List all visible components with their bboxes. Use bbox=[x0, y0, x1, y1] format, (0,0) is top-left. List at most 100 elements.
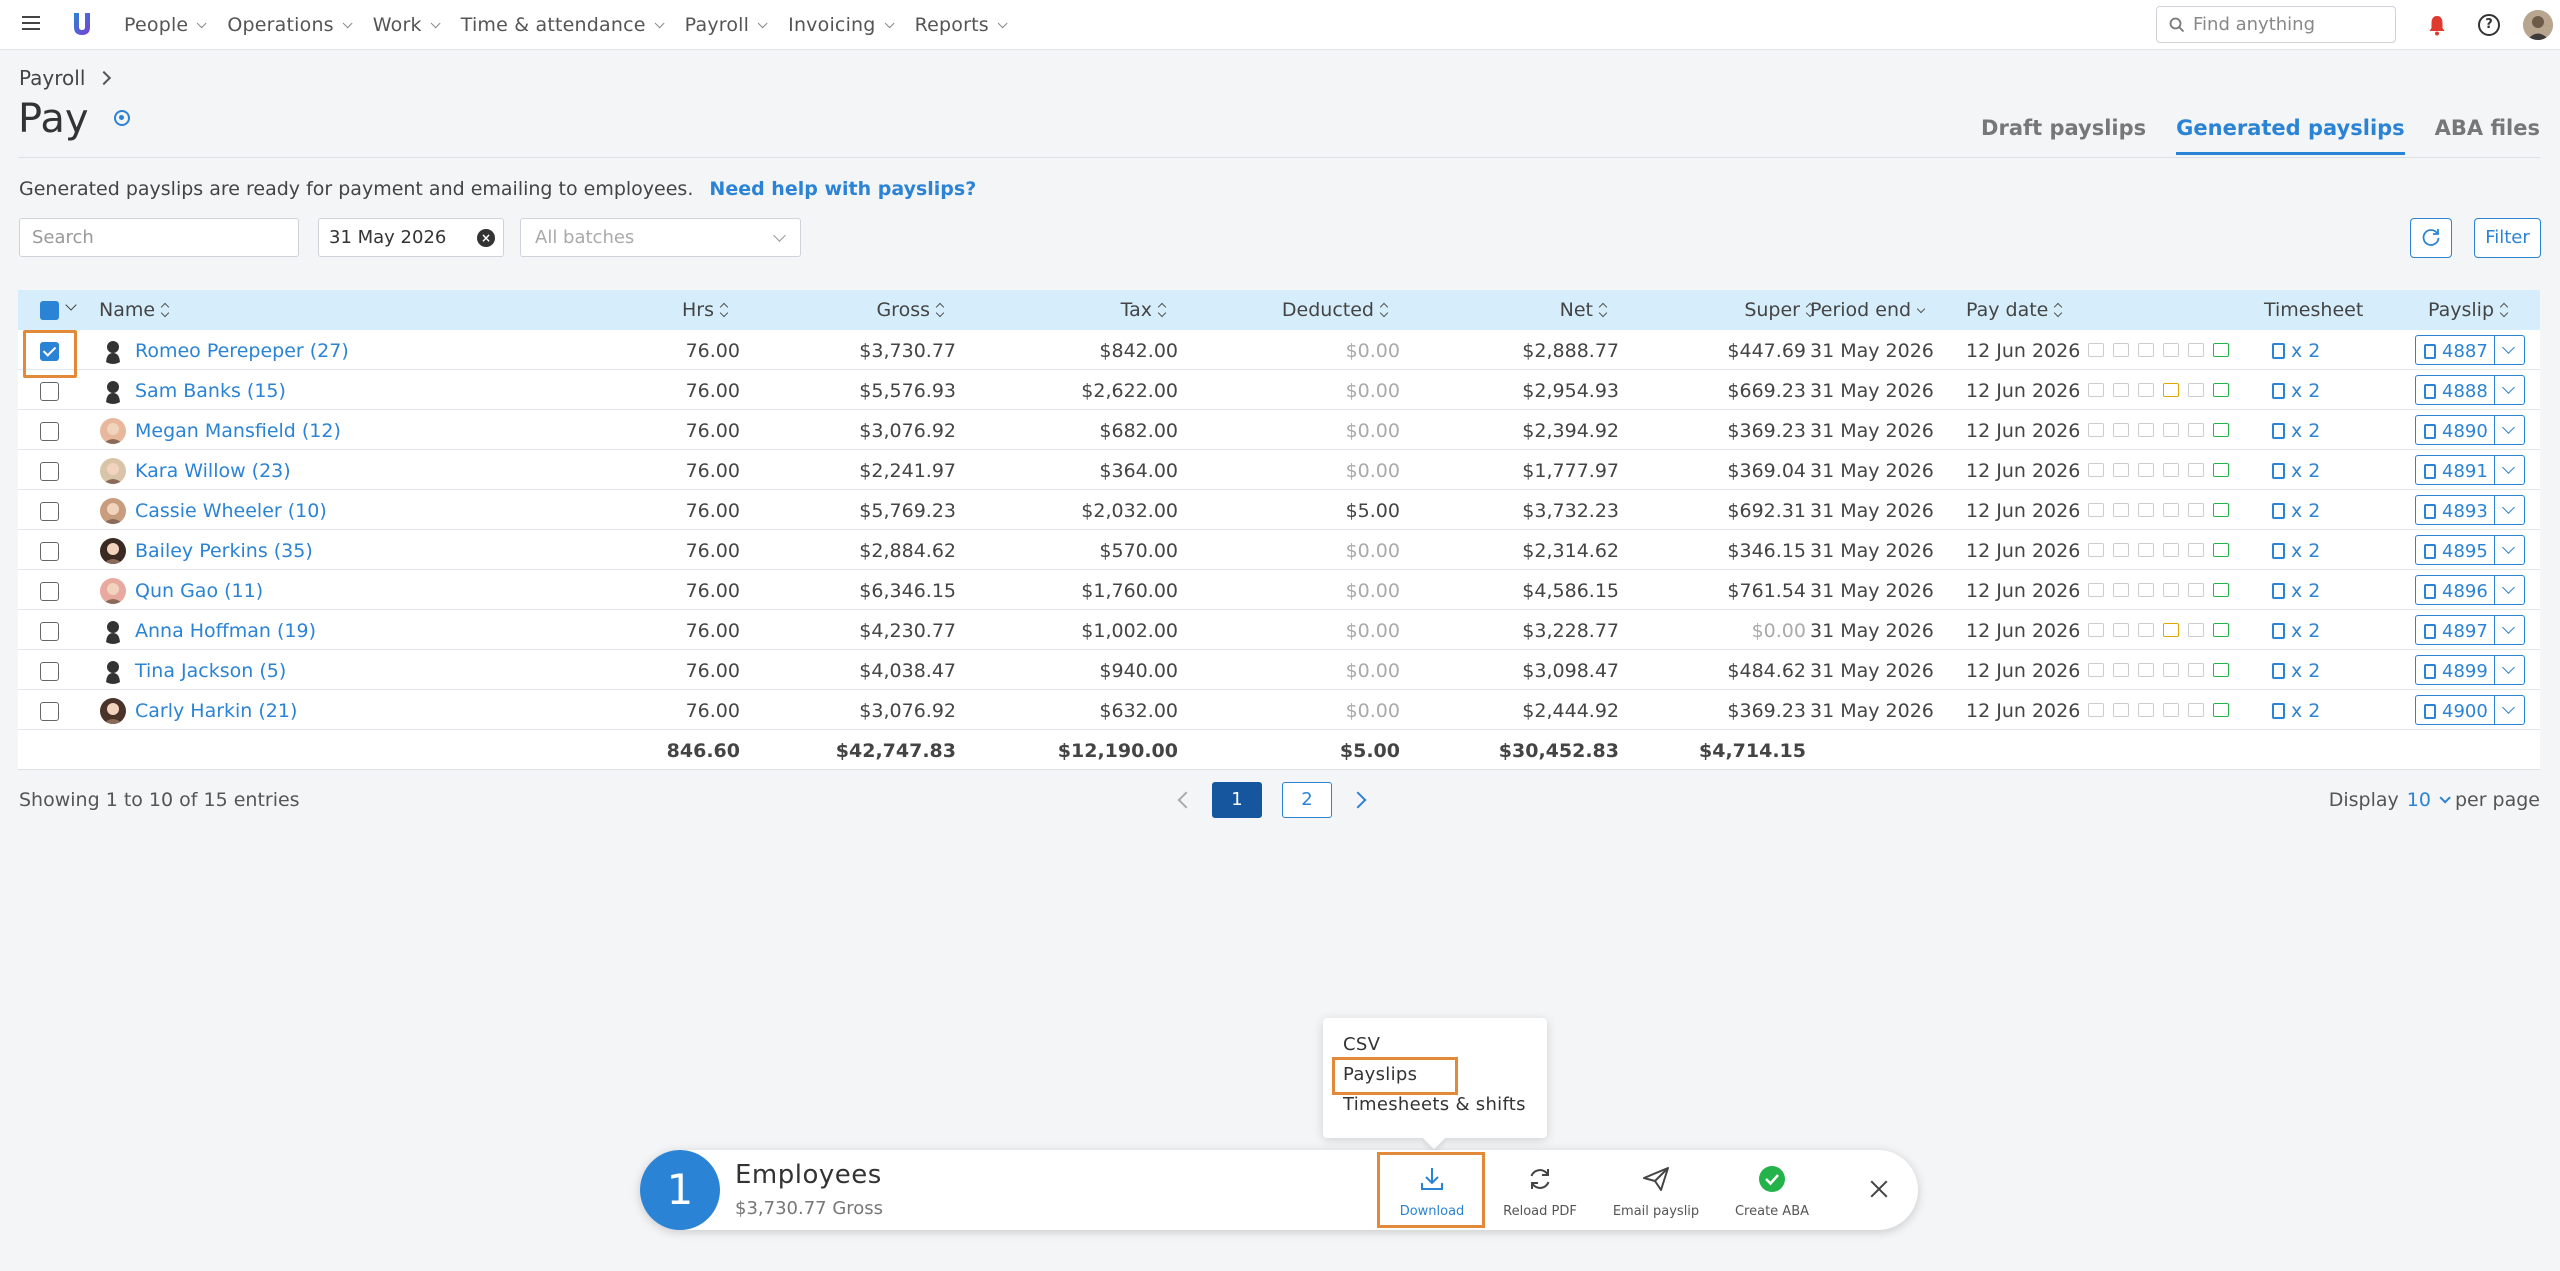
settings-gear-icon[interactable] bbox=[114, 110, 130, 126]
mail-icon[interactable] bbox=[2213, 383, 2229, 397]
people-icon[interactable] bbox=[2138, 383, 2154, 397]
table-row[interactable]: Tina Jackson (5) 76.00 $4,038.47 $940.00… bbox=[18, 650, 2540, 690]
reload-pdf-button[interactable]: Reload PDF bbox=[1490, 1164, 1590, 1219]
mail-icon[interactable] bbox=[2213, 623, 2229, 637]
mail-icon[interactable] bbox=[2213, 703, 2229, 717]
employee-name-link[interactable]: Cassie Wheeler (10) bbox=[135, 500, 327, 522]
mail-icon[interactable] bbox=[2213, 463, 2229, 477]
menu-item-timesheets-shifts[interactable]: Timesheets & shifts bbox=[1343, 1094, 1526, 1115]
timesheet-link[interactable]: x 2 bbox=[2272, 660, 2320, 682]
select-all-checkbox[interactable] bbox=[40, 301, 59, 320]
award-icon[interactable] bbox=[2163, 583, 2179, 597]
payslip-dropdown-chevron-icon[interactable] bbox=[2494, 695, 2525, 725]
table-row[interactable]: Cassie Wheeler (10) 76.00 $5,769.23 $2,0… bbox=[18, 490, 2540, 530]
employee-name-link[interactable]: Kara Willow (23) bbox=[135, 460, 291, 482]
comment-icon[interactable] bbox=[2088, 703, 2104, 717]
email-payslip-button[interactable]: Email payslip bbox=[1606, 1164, 1706, 1219]
timesheet-link[interactable]: x 2 bbox=[2272, 340, 2320, 362]
print-icon[interactable] bbox=[2188, 383, 2204, 397]
row-checkbox[interactable] bbox=[40, 382, 59, 401]
col-gross[interactable]: Gross bbox=[876, 299, 944, 321]
table-row[interactable]: Anna Hoffman (19) 76.00 $4,230.77 $1,002… bbox=[18, 610, 2540, 650]
comment-icon[interactable] bbox=[2088, 383, 2104, 397]
mail-icon[interactable] bbox=[2213, 503, 2229, 517]
comment-icon[interactable] bbox=[2088, 343, 2104, 357]
nav-time-attendance[interactable]: Time & attendance bbox=[461, 14, 665, 36]
print-icon[interactable] bbox=[2188, 343, 2204, 357]
mail-icon[interactable] bbox=[2213, 663, 2229, 677]
people-icon[interactable] bbox=[2138, 663, 2154, 677]
payslip-button[interactable]: 4888 bbox=[2415, 375, 2495, 405]
note-icon[interactable] bbox=[2113, 503, 2129, 517]
refresh-button[interactable] bbox=[2410, 218, 2452, 258]
col-net[interactable]: Net bbox=[1560, 299, 1607, 321]
row-checkbox[interactable] bbox=[40, 662, 59, 681]
employee-name-link[interactable]: Megan Mansfield (12) bbox=[135, 420, 341, 442]
tab-draft-payslips[interactable]: Draft payslips bbox=[1981, 116, 2146, 155]
timesheet-link[interactable]: x 2 bbox=[2272, 420, 2320, 442]
note-icon[interactable] bbox=[2113, 343, 2129, 357]
employee-name-link[interactable]: Anna Hoffman (19) bbox=[135, 620, 316, 642]
table-row[interactable]: Kara Willow (23) 76.00 $2,241.97 $364.00… bbox=[18, 450, 2540, 490]
people-icon[interactable] bbox=[2138, 583, 2154, 597]
print-icon[interactable] bbox=[2188, 543, 2204, 557]
nav-people[interactable]: People bbox=[124, 14, 207, 36]
row-checkbox[interactable] bbox=[40, 542, 59, 561]
notification-bell-icon[interactable] bbox=[2425, 13, 2449, 37]
table-row[interactable]: Megan Mansfield (12) 76.00 $3,076.92 $68… bbox=[18, 410, 2540, 450]
note-icon[interactable] bbox=[2113, 623, 2129, 637]
note-icon[interactable] bbox=[2113, 423, 2129, 437]
comment-icon[interactable] bbox=[2088, 463, 2104, 477]
next-page-icon[interactable] bbox=[1349, 791, 1367, 809]
employee-name-link[interactable]: Sam Banks (15) bbox=[135, 380, 286, 402]
row-checkbox[interactable] bbox=[40, 502, 59, 521]
award-icon[interactable] bbox=[2163, 343, 2179, 357]
menu-item-payslips[interactable]: Payslips bbox=[1343, 1064, 1417, 1085]
award-icon[interactable] bbox=[2163, 423, 2179, 437]
payslip-button[interactable]: 4900 bbox=[2415, 695, 2495, 725]
user-avatar[interactable] bbox=[2523, 10, 2553, 40]
people-icon[interactable] bbox=[2138, 503, 2154, 517]
mail-icon[interactable] bbox=[2213, 543, 2229, 557]
help-icon[interactable]: ? bbox=[2478, 14, 2500, 36]
filter-button[interactable]: Filter bbox=[2474, 218, 2541, 258]
people-icon[interactable] bbox=[2138, 543, 2154, 557]
payslip-button[interactable]: 4899 bbox=[2415, 655, 2495, 685]
col-super[interactable]: Super bbox=[1744, 299, 1814, 321]
page-1-button[interactable]: 1 bbox=[1212, 782, 1262, 818]
row-checkbox[interactable] bbox=[40, 422, 59, 441]
payslip-button[interactable]: 4891 bbox=[2415, 455, 2495, 485]
timesheet-link[interactable]: x 2 bbox=[2272, 460, 2320, 482]
app-logo[interactable] bbox=[70, 9, 94, 39]
row-checkbox[interactable] bbox=[40, 462, 59, 481]
table-row[interactable]: Sam Banks (15) 76.00 $5,576.93 $2,622.00… bbox=[18, 370, 2540, 410]
date-filter-field[interactable]: 31 May 2026 × bbox=[318, 218, 504, 257]
print-icon[interactable] bbox=[2188, 583, 2204, 597]
employee-name-link[interactable]: Tina Jackson (5) bbox=[135, 660, 286, 682]
payslip-button[interactable]: 4887 bbox=[2415, 335, 2495, 365]
print-icon[interactable] bbox=[2188, 503, 2204, 517]
timesheet-link[interactable]: x 2 bbox=[2272, 700, 2320, 722]
table-row[interactable]: Bailey Perkins (35) 76.00 $2,884.62 $570… bbox=[18, 530, 2540, 570]
people-icon[interactable] bbox=[2138, 423, 2154, 437]
row-checkbox[interactable] bbox=[40, 702, 59, 721]
payslip-button[interactable]: 4893 bbox=[2415, 495, 2495, 525]
col-name[interactable]: Name bbox=[99, 299, 169, 321]
comment-icon[interactable] bbox=[2088, 663, 2104, 677]
payslip-button[interactable]: 4895 bbox=[2415, 535, 2495, 565]
payslip-button[interactable]: 4897 bbox=[2415, 615, 2495, 645]
mail-icon[interactable] bbox=[2213, 583, 2229, 597]
breadcrumb-payroll[interactable]: Payroll bbox=[19, 66, 85, 90]
comment-icon[interactable] bbox=[2088, 623, 2104, 637]
people-icon[interactable] bbox=[2138, 703, 2154, 717]
batches-select[interactable]: All batches bbox=[520, 218, 801, 257]
timesheet-link[interactable]: x 2 bbox=[2272, 620, 2320, 642]
print-icon[interactable] bbox=[2188, 663, 2204, 677]
award-icon[interactable] bbox=[2163, 543, 2179, 557]
employee-name-link[interactable]: Qun Gao (11) bbox=[135, 580, 263, 602]
payslip-dropdown-chevron-icon[interactable] bbox=[2494, 375, 2525, 405]
tab-generated-payslips[interactable]: Generated payslips bbox=[2176, 116, 2405, 155]
note-icon[interactable] bbox=[2113, 663, 2129, 677]
menu-item-csv[interactable]: CSV bbox=[1343, 1034, 1380, 1055]
payslip-dropdown-chevron-icon[interactable] bbox=[2494, 575, 2525, 605]
